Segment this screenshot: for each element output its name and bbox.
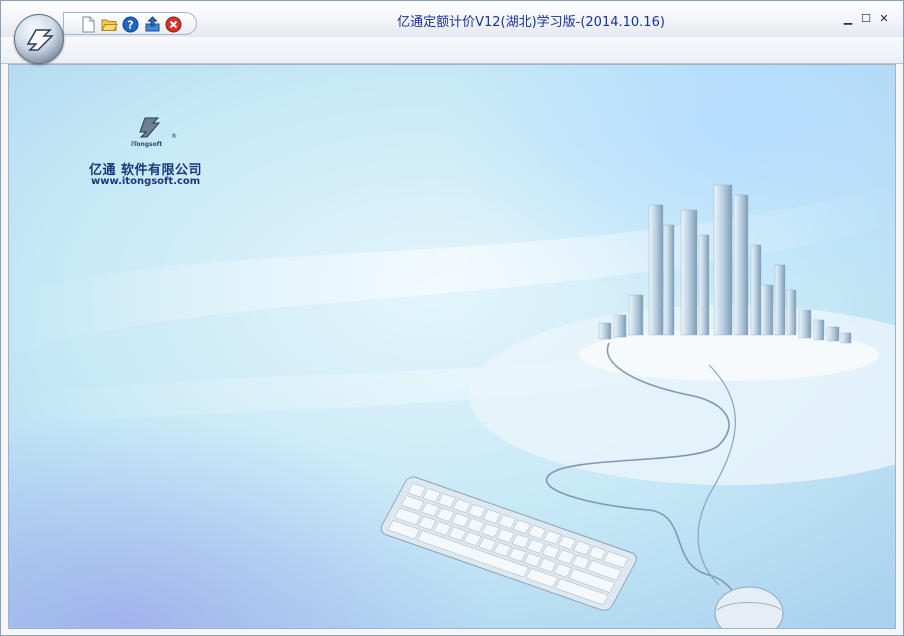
help-icon[interactable]: ? bbox=[122, 16, 139, 33]
minimize-button[interactable]: ▁ bbox=[841, 12, 855, 26]
window-title: 亿通定额计价V12(湖北)学习版-(2014.10.16) bbox=[397, 15, 665, 30]
title-bar[interactable]: 亿通定额计价V12(湖北)学习版-(2014.10.16) ? ▁ ☐ ✕ bbox=[1, 1, 903, 37]
quick-access-toolbar: ? bbox=[63, 12, 197, 35]
close-red-icon[interactable] bbox=[165, 16, 182, 33]
registered-mark: ® bbox=[171, 133, 177, 140]
close-button[interactable]: ✕ bbox=[877, 12, 891, 26]
app-logo-icon bbox=[26, 29, 54, 51]
export-icon[interactable] bbox=[144, 16, 161, 33]
app-window: 亿通定额计价V12(湖北)学习版-(2014.10.16) ? ▁ ☐ ✕ ® … bbox=[0, 0, 904, 636]
logo-caption: iTongsoft bbox=[131, 141, 163, 148]
application-menu-button[interactable] bbox=[14, 14, 64, 64]
ribbon-bar bbox=[1, 37, 903, 64]
splash-area: ® iTongsoft 亿通 软件有限公司 www.itongsoft.com bbox=[8, 64, 896, 629]
open-folder-icon[interactable] bbox=[101, 16, 118, 33]
svg-text:?: ? bbox=[127, 19, 133, 32]
new-document-icon[interactable] bbox=[80, 16, 97, 33]
company-logo: ® iTongsoft 亿通 软件有限公司 www.itongsoft.com bbox=[89, 115, 239, 195]
maximize-button[interactable]: ☐ bbox=[859, 12, 873, 26]
company-website: www.itongsoft.com bbox=[91, 176, 201, 187]
